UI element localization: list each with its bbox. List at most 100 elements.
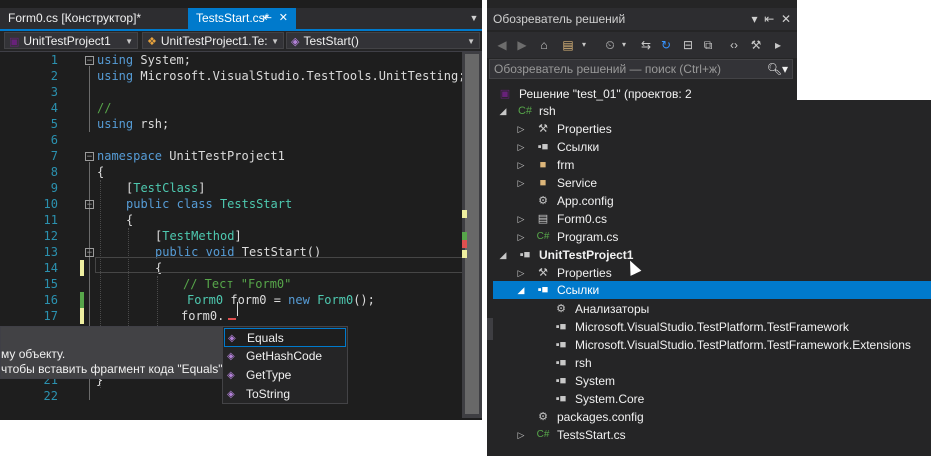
collapse-all-icon[interactable]: ⊟ [679,36,697,54]
tab-label: Form0.cs [Конструктор]* [8,11,142,25]
close-icon[interactable]: ✕ [279,8,288,29]
completion-item-gethashcode[interactable]: ◈ GetHashCode [224,347,346,366]
collapse-region-icon[interactable]: − [85,56,94,66]
line-number: 8 [50,165,58,179]
wrench-icon: ⚒ [538,123,548,135]
line-number: 22 [43,389,58,403]
class-dropdown-label: UnitTestProject1.Te: [160,34,268,48]
text-cursor [237,302,238,316]
tree-item-label: System.Core [575,392,645,406]
view-code-icon[interactable]: ‹› [725,36,743,54]
line-number: 10 [43,197,58,211]
collapse-arrow-icon[interactable]: ◢ [497,246,509,264]
line-number: 3 [50,85,58,99]
tree-item-label: Form0.cs [557,212,608,226]
collapse-region-icon[interactable]: − [85,152,94,162]
window-position-dropdown-icon[interactable]: ▾ [752,12,758,26]
toolbar-overflow-icon[interactable]: ▸ [769,36,787,54]
completion-item-equals[interactable]: ◈ Equals [224,328,346,347]
code-line-11: { [126,213,134,227]
tree-item-label: App.config [557,194,614,208]
method-icon: ◈ [228,333,236,344]
tab-testsstart-cs[interactable]: TestsStart.cs* ⇤ ✕ [188,8,296,29]
line-number: 13 [43,245,58,259]
tab-overflow-dropdown-icon[interactable]: ▼ [466,8,482,29]
search-icon[interactable]: 🔍︎▾ [767,60,788,78]
project-dropdown[interactable]: ▣ UnitTestProject1 ▼ [4,32,138,49]
reference-icon: ▪■ [555,339,567,351]
quickinfo-tooltip: му объекту. чтобы вставить фрагмент кода… [0,326,226,379]
collapse-region-icon[interactable]: − [85,248,94,258]
expand-arrow-icon[interactable]: ▷ [515,156,527,174]
expand-arrow-icon[interactable]: ▷ [515,210,527,228]
code-line-4: // [97,101,112,115]
code-line-2: using Microsoft.VisualStudio.TestTools.U… [97,69,466,83]
unsaved-change-marker [80,260,84,276]
tree-scrollbar-thumb[interactable] [487,318,493,340]
solution-icon: ▣ [499,88,511,100]
method-icon: ◈ [227,370,235,381]
pin-icon[interactable]: ⇤ [764,12,774,26]
code-line-5: using rsh; [97,117,170,131]
code-line-17: form0. [181,309,225,323]
chevron-down-icon[interactable]: ▾ [615,36,633,54]
chevron-down-icon: ▼ [125,37,133,46]
line-number: 1 [50,53,58,67]
completion-item-label: GetHashCode [246,349,323,363]
completion-item-label: GetType [246,368,292,382]
method-icon: ◈ [227,389,235,400]
forward-icon[interactable]: ▶ [513,36,531,54]
code-line-15: // Тест "Form0" [183,277,292,291]
expand-arrow-icon[interactable]: ▷ [515,138,527,156]
folder-icon: ■ [539,177,547,189]
references-icon: ▪■ [537,284,549,296]
tree-item-label: TestsStart.cs [557,428,626,442]
references-icon: ▪■ [537,141,549,153]
editor-scrollbar-thumb[interactable] [465,54,479,414]
class-dropdown[interactable]: ❖ UnitTestProject1.Te: ▼ [142,32,284,49]
expand-arrow-icon[interactable]: ▷ [515,426,527,444]
collapse-arrow-icon[interactable]: ◢ [497,102,509,120]
line-number: 4 [50,101,58,115]
completion-item-tostring[interactable]: ◈ ToString [224,385,346,404]
completion-item-gettype[interactable]: ◈ GetType [224,366,346,385]
current-line-highlight [95,257,463,273]
tree-item-label: UnitTestProject1 [539,248,634,262]
close-icon[interactable]: ✕ [781,12,791,26]
tooltip-line: чтобы вставить фрагмент кода "Equals". [1,362,226,376]
pin-icon[interactable]: ⇤ [263,8,272,29]
show-all-files-icon[interactable]: ⧉ [699,36,717,54]
scrollbar-change-marker [462,232,467,240]
saved-change-marker [80,292,84,308]
collapse-arrow-icon[interactable]: ◢ [515,281,527,299]
back-icon[interactable]: ◀ [493,36,511,54]
tree-item-label: Program.cs [557,230,619,244]
title-bar-buttons: ▾ ⇤ ✕ [752,8,792,30]
completion-item-label: ToString [246,387,291,401]
scrollbar-change-marker [462,210,467,218]
intellisense-completion-list[interactable]: ◈ Equals ◈ GetHashCode ◈ GetType ◈ ToStr… [222,326,348,404]
expand-arrow-icon[interactable]: ▷ [515,264,527,282]
line-number: 9 [50,181,58,195]
refresh-icon[interactable]: ↻ [657,36,675,54]
solution-explorer-search-input[interactable]: Обозреватель решений — поиск (Ctrl+ж) 🔍︎… [489,59,793,79]
scrollbar-change-marker [462,250,467,258]
tooltip-line: му объекту. [1,347,66,361]
home-icon[interactable]: ⌂ [535,36,553,54]
member-dropdown[interactable]: ◈ TestStart() ▼ [286,32,480,49]
tree-item-label: frm [557,158,575,172]
sync-with-document-icon[interactable]: ⇆ [637,36,655,54]
scrollbar-error-marker [462,240,467,248]
expand-arrow-icon[interactable]: ▷ [515,228,527,246]
tab-form0-designer[interactable]: Form0.cs [Конструктор]* [0,8,187,29]
expand-arrow-icon[interactable]: ▷ [515,120,527,138]
expand-arrow-icon[interactable]: ▷ [515,174,527,192]
line-number: 16 [43,293,58,307]
tree-item-label: rsh [539,104,556,118]
tree-item-label: Ссылки [557,283,600,297]
code-line-9: [TestClass] [126,181,206,195]
collapse-region-icon[interactable]: − [85,200,94,210]
csharp-project-icon: ▣ [9,36,20,48]
chevron-down-icon[interactable]: ▾ [575,36,593,54]
wrench-icon[interactable]: ⚒ [747,36,765,54]
